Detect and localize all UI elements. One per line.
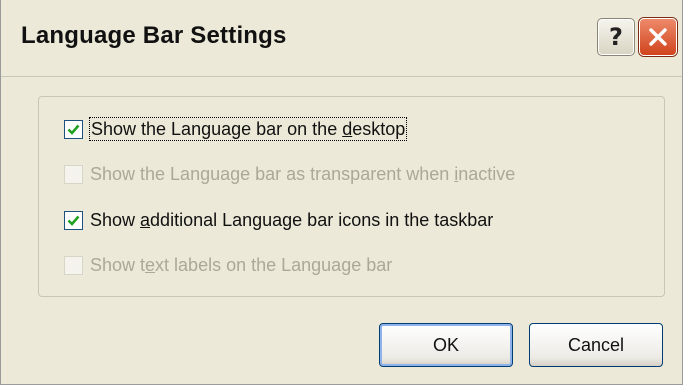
option-label-additional-icons-taskbar: Show additional Language bar icons in th… <box>90 210 494 230</box>
option-text-labels: Show text labels on the Language bar <box>64 252 392 278</box>
help-icon: ? <box>609 23 623 51</box>
option-label-transparent-when-inactive: Show the Language bar as transparent whe… <box>90 164 516 184</box>
option-show-on-desktop[interactable]: Show the Language bar on the desktop <box>64 116 408 142</box>
help-button[interactable]: ? <box>597 18 635 56</box>
checkbox-transparent-when-inactive <box>64 164 83 184</box>
option-label-text-labels: Show text labels on the Language bar <box>90 255 393 275</box>
window-title: Language Bar Settings <box>21 22 287 49</box>
checkbox-show-on-desktop[interactable] <box>64 119 83 139</box>
option-additional-icons-taskbar[interactable]: Show additional Language bar icons in th… <box>64 207 493 233</box>
option-label-show-on-desktop: Show the Language bar on the desktop <box>88 117 408 141</box>
checkbox-additional-icons-taskbar[interactable] <box>64 210 83 230</box>
checkmark-icon <box>67 124 80 135</box>
checkmark-icon <box>67 215 80 226</box>
checkbox-text-labels <box>64 255 83 275</box>
close-button[interactable] <box>639 18 677 56</box>
option-transparent-when-inactive: Show the Language bar as transparent whe… <box>64 161 515 187</box>
language-bar-settings-dialog: Language Bar Settings ? Show the Languag… <box>0 0 683 385</box>
cancel-button[interactable]: Cancel <box>529 323 663 367</box>
close-icon <box>649 28 667 46</box>
ok-button[interactable]: OK <box>379 323 513 367</box>
title-bar[interactable]: Language Bar Settings ? <box>1 0 682 77</box>
